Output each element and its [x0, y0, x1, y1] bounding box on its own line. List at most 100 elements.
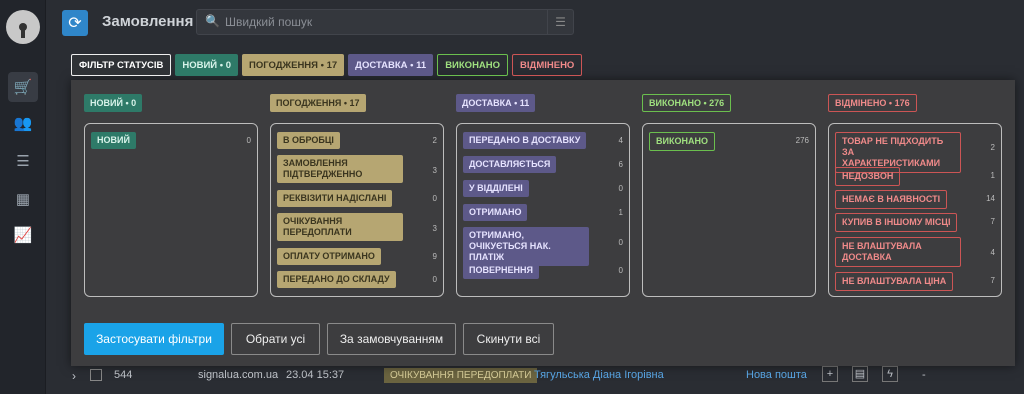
search-box[interactable]: 🔍 ☰ [196, 9, 574, 35]
column-head-approval[interactable]: ПОГОДЖЕННЯ • 17 [270, 93, 366, 112]
status-label: РЕКВІЗИТИ НАДІСЛАНІ [277, 190, 393, 207]
status-label: ДОСТАВЛЯЄТЬСЯ [463, 156, 557, 173]
checklist-icon[interactable]: ☰ [8, 146, 38, 176]
list-item[interactable]: ВИКОНАНО 276 [649, 132, 809, 151]
default-button[interactable]: За замовчуванням [327, 323, 456, 355]
column-cancelled: ТОВАР НЕ ПІДХОДИТЬ ЗА ХАРАКТЕРИСТИКАМИ 2 … [828, 123, 1002, 297]
order-site: signalua.com.ua [198, 369, 279, 381]
reset-all-button[interactable]: Скинути всі [463, 323, 554, 355]
list-item[interactable]: НОВИЙ 0 [91, 132, 251, 149]
status-count: 9 [432, 252, 437, 261]
column-new: НОВИЙ 0 [84, 123, 258, 297]
list-item[interactable]: НЕ ВЛАШТУВАЛА ДОСТАВКА 4 [835, 237, 995, 267]
status-count: 14 [986, 194, 995, 203]
list-item[interactable]: ОПЛАТУ ОТРИМАНО 9 [277, 248, 437, 265]
list-item[interactable]: В ОБРОБЦІ 2 [277, 132, 437, 149]
status-count: 7 [990, 217, 995, 226]
search-input[interactable] [225, 13, 545, 31]
menu-icon[interactable]: ☰ [547, 10, 573, 34]
status-count: 7 [990, 276, 995, 285]
status-count: 3 [432, 166, 437, 175]
column-head-cancelled[interactable]: ВІДМІНЕНО • 176 [828, 93, 917, 112]
status-label: ПОВЕРНЕННЯ [463, 262, 539, 279]
topbar: ⟳ Замовлення 🔍 ☰ [46, 0, 1024, 44]
list-item[interactable]: НЕ ВЛАШТУВАЛА ЦІНА 7 [835, 272, 995, 291]
page-title: Замовлення [102, 13, 194, 30]
list-item[interactable]: ЗАМОВЛЕННЯ ПІДТВЕРДЖЕННО 3 [277, 155, 437, 183]
filter-chip-new[interactable]: НОВИЙ • 0 [175, 54, 239, 76]
boxes-icon[interactable]: ▦ [8, 184, 38, 214]
expand-icon[interactable]: › [72, 369, 76, 383]
column-head-new[interactable]: НОВИЙ • 0 [84, 93, 143, 112]
list-item[interactable]: КУПИВ В ІНШОМУ МІСЦІ 7 [835, 213, 995, 232]
status-count: 0 [618, 184, 623, 193]
column-approval: В ОБРОБЦІ 2 ЗАМОВЛЕННЯ ПІДТВЕРДЖЕННО 3 РЕК… [270, 123, 444, 297]
list-item[interactable]: НЕДОЗВОН 1 [835, 167, 995, 186]
status-count: 0 [618, 266, 623, 275]
select-all-button[interactable]: Обрати усі [231, 323, 320, 355]
column-head-done[interactable]: ВИКОНАНО • 276 [642, 93, 732, 112]
row-checkbox[interactable] [90, 369, 102, 381]
client-link[interactable]: Тягульська Діана Ігорівна [534, 369, 664, 381]
status-label: У ВІДДІЛЕНІ [463, 180, 529, 197]
list-item[interactable]: У ВІДДІЛЕНІ 0 [463, 180, 623, 197]
status-count: 2 [432, 136, 437, 145]
status-count: 276 [795, 136, 809, 145]
list-item[interactable]: ОТРИМАНО 1 [463, 204, 623, 221]
status-count: 6 [618, 160, 623, 169]
add-icon[interactable]: + [822, 366, 838, 382]
list-item[interactable]: ПЕРЕДАНО В ДОСТАВКУ 4 [463, 132, 623, 149]
column-head-label: ВИКОНАНО • 276 [642, 94, 732, 112]
status-label: В ОБРОБЦІ [277, 132, 340, 149]
status-count: 1 [990, 171, 995, 180]
filter-bar: ФІЛЬТР СТАТУСІВ НОВИЙ • 0 ПОГОДЖЕННЯ • 1… [71, 54, 583, 76]
status-count: 0 [618, 238, 623, 247]
status-label: ПЕРЕДАНО ДО СКЛАДУ [277, 271, 396, 288]
list-item[interactable]: ОТРИМАНО, ОЧІКУЄТЬСЯ НАК. ПЛАТІЖ 0 [463, 227, 623, 266]
cart-icon[interactable]: 🛒 [8, 72, 38, 102]
status-label: ПЕРЕДАНО В ДОСТАВКУ [463, 132, 587, 149]
column-head-label: ПОГОДЖЕННЯ • 17 [270, 94, 366, 112]
status-label: НОВИЙ [91, 132, 136, 149]
row-dash: - [922, 369, 926, 381]
status-label: НЕ ВЛАШТУВАЛА ДОСТАВКА [835, 237, 961, 267]
list-item[interactable]: НЕМАЄ В НАЯВНОСТІ 14 [835, 190, 995, 209]
list-item[interactable]: ДОСТАВЛЯЄТЬСЯ 6 [463, 156, 623, 173]
status-count: 2 [990, 143, 995, 152]
status-count: 0 [432, 194, 437, 203]
list-item[interactable]: ОЧІКУВАННЯ ПЕРЕДОПЛАТИ 3 [277, 213, 437, 241]
list-item[interactable]: ПОВЕРНЕННЯ 0 [463, 262, 623, 279]
order-id: 544 [114, 369, 133, 381]
column-head-label: НОВИЙ • 0 [84, 94, 143, 112]
document-icon[interactable]: ▤ [852, 366, 868, 382]
filter-chip-approval[interactable]: ПОГОДЖЕННЯ • 17 [242, 54, 345, 76]
status-badge: ОЧІКУВАННЯ ПЕРЕДОПЛАТИ [384, 368, 538, 383]
apply-filters-button[interactable]: Застосувати фільтри [84, 323, 224, 355]
status-label: НЕДОЗВОН [835, 167, 901, 186]
delivery-link[interactable]: Нова пошта [746, 369, 807, 381]
status-count: 1 [618, 208, 623, 217]
status-count: 4 [990, 248, 995, 257]
status-label: НЕМАЄ В НАЯВНОСТІ [835, 190, 948, 209]
status-label: ВИКОНАНО [649, 132, 715, 151]
refresh-icon[interactable]: ⟳ [62, 10, 88, 36]
status-label: ОТРИМАНО, ОЧІКУЄТЬСЯ НАК. ПЛАТІЖ [463, 227, 589, 266]
status-label: ОЧІКУВАННЯ ПЕРЕДОПЛАТИ [277, 213, 403, 241]
status-count: 4 [618, 136, 623, 145]
filter-status-button[interactable]: ФІЛЬТР СТАТУСІВ [71, 54, 172, 76]
search-icon: 🔍 [205, 14, 220, 28]
keyhole-icon [19, 23, 27, 38]
users-icon[interactable]: 👥 [8, 108, 38, 138]
column-head-delivery[interactable]: ДОСТАВКА • 11 [456, 93, 536, 112]
order-date: 23.04 15:37 [286, 369, 345, 381]
avatar[interactable] [6, 10, 40, 44]
filter-chip-cancelled[interactable]: ВІДМІНЕНО [512, 54, 583, 76]
chart-icon[interactable]: 📈 [8, 220, 38, 250]
filter-chip-delivery[interactable]: ДОСТАВКА • 11 [348, 54, 434, 76]
list-item[interactable]: ПЕРЕДАНО ДО СКЛАДУ 0 [277, 271, 437, 288]
flash-icon[interactable]: ϟ [882, 366, 898, 382]
list-item[interactable]: РЕКВІЗИТИ НАДІСЛАНІ 0 [277, 190, 437, 207]
filter-chip-done[interactable]: ВИКОНАНО [437, 54, 509, 76]
status-count: 0 [432, 275, 437, 284]
column-head-label: ВІДМІНЕНО • 176 [828, 94, 917, 112]
